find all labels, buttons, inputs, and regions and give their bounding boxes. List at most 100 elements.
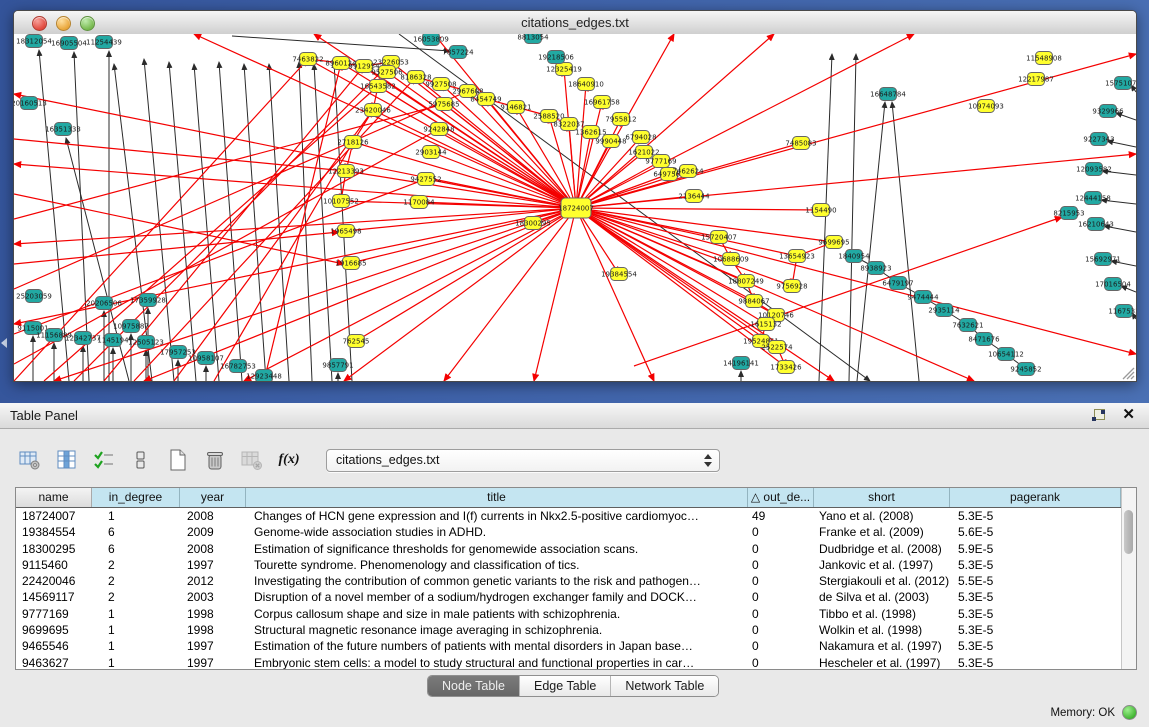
graph-node[interactable]: 1840954 xyxy=(838,250,870,263)
close-panel-icon[interactable]: ✕ xyxy=(1122,406,1135,424)
graph-node[interactable]: 19218506 xyxy=(538,51,574,64)
graph-node[interactable]: 11254439 xyxy=(86,36,122,49)
table-row[interactable]: 1938455462009Genome-wide association stu… xyxy=(16,524,1121,540)
graph-node[interactable]: 12217987 xyxy=(1018,73,1054,86)
network-window[interactable]: citations_edges.txt 18724007746382289601… xyxy=(13,10,1137,382)
graph-node[interactable]: 23420046 xyxy=(355,104,391,117)
graph-node[interactable]: 9857791 xyxy=(322,359,353,372)
graph-node[interactable]: 15692971 xyxy=(1085,253,1121,266)
graph-node[interactable]: 16905504 xyxy=(51,37,87,50)
tab-network-table[interactable]: Network Table xyxy=(611,676,718,696)
graph-node[interactable]: 16053809 xyxy=(413,34,449,46)
graph-edge[interactable] xyxy=(576,208,1136,354)
graph-node[interactable]: 7632621 xyxy=(952,319,983,332)
memory-status-indicator[interactable] xyxy=(1122,705,1137,720)
graph-node[interactable]: 18640910 xyxy=(568,78,604,91)
vertical-scrollbar[interactable] xyxy=(1121,488,1136,669)
row-height-button[interactable] xyxy=(129,448,153,472)
splitter-collapse-icon[interactable] xyxy=(1,338,7,348)
graph-edge[interactable] xyxy=(244,208,576,381)
graph-edge[interactable] xyxy=(14,232,339,264)
graph-node[interactable]: 10654112 xyxy=(988,348,1024,361)
graph-node[interactable]: 1167533 xyxy=(1108,305,1136,318)
graph-node[interactable]: 11548908 xyxy=(1026,52,1062,65)
column-header-year[interactable]: year xyxy=(180,488,246,507)
show-columns-button[interactable] xyxy=(55,448,79,472)
graph-node[interactable]: 16961758 xyxy=(584,96,620,109)
graph-node[interactable]: 7485083 xyxy=(785,137,816,150)
graph-node[interactable]: 17016504 xyxy=(1095,278,1131,291)
network-graph[interactable]: 1872400774638228960124991295423226053952… xyxy=(14,34,1136,381)
graph-node[interactable]: 17359928 xyxy=(130,294,166,307)
column-header-pagerank[interactable]: pagerank xyxy=(950,488,1121,507)
table-selector-dropdown[interactable]: citations_edges.txt xyxy=(326,449,720,472)
graph-node[interactable]: 9245852 xyxy=(1010,363,1041,376)
graph-node[interactable]: 8471676 xyxy=(968,333,1000,346)
window-resize-grip[interactable] xyxy=(1119,364,1135,380)
tab-edge-table[interactable]: Edge Table xyxy=(520,676,611,696)
select-columns-button[interactable] xyxy=(92,448,116,472)
table-row[interactable]: 977716911998Corpus callosum shape and si… xyxy=(16,606,1121,622)
graph-edge[interactable] xyxy=(351,208,576,263)
table-row[interactable]: 1872400712008Changes of HCN gene express… xyxy=(16,508,1121,524)
graph-edge[interactable] xyxy=(378,86,576,208)
graph-node[interactable]: 7955812 xyxy=(605,113,636,126)
graph-node[interactable]: 1170084 xyxy=(403,196,435,209)
graph-edge[interactable] xyxy=(219,62,242,381)
graph-node[interactable]: 10107552 xyxy=(323,195,359,208)
float-panel-icon[interactable] xyxy=(1092,409,1105,422)
graph-node[interactable]: 1154490 xyxy=(805,204,836,217)
graph-node[interactable]: 18312054 xyxy=(16,35,52,48)
graph-node[interactable]: 7463822 xyxy=(292,53,323,66)
graph-edge[interactable] xyxy=(849,54,856,381)
scrollbar-thumb[interactable] xyxy=(1124,510,1133,554)
graph-node[interactable]: 2935114 xyxy=(928,304,960,317)
graph-edge[interactable] xyxy=(819,54,832,381)
graph-node[interactable]: 8215953 xyxy=(1053,207,1084,220)
function-builder-button[interactable]: f(x) xyxy=(277,448,301,472)
graph-node[interactable]: 12444158 xyxy=(1075,192,1111,205)
graph-node[interactable]: 19384554 xyxy=(601,268,637,281)
network-canvas[interactable]: 1872400774638228960124991295423226053952… xyxy=(14,34,1136,381)
graph-node[interactable]: 25203059 xyxy=(16,290,52,303)
tab-node-table[interactable]: Node Table xyxy=(428,676,520,696)
table-row[interactable]: 1456911722003Disruption of a novel membe… xyxy=(16,589,1121,605)
table-row[interactable]: 1830029562008Estimation of significance … xyxy=(16,541,1121,557)
graph-node[interactable]: 9329966 xyxy=(1092,105,1124,118)
graph-node[interactable]: 1145194 xyxy=(97,334,129,347)
graph-node[interactable]: 12325419 xyxy=(546,63,582,76)
graph-edge[interactable] xyxy=(169,62,196,381)
column-header-short[interactable]: short xyxy=(814,488,950,507)
graph-node[interactable]: 1965498 xyxy=(330,225,361,238)
graph-node[interactable]: 15751074 xyxy=(1105,77,1136,90)
column-header-title[interactable]: title xyxy=(246,488,748,507)
graph-node[interactable]: 12923448 xyxy=(246,370,282,382)
graph-node[interactable]: 762545 xyxy=(343,335,370,348)
table-panel-header[interactable]: Table Panel ✕ xyxy=(0,403,1149,429)
graph-edge[interactable] xyxy=(344,208,576,381)
graph-edge[interactable] xyxy=(892,102,919,381)
graph-node[interactable]: 9884067 xyxy=(738,295,769,308)
table-row[interactable]: 911546021997Tourette syndrome. Phenomeno… xyxy=(16,557,1121,573)
graph-node[interactable]: 10974093 xyxy=(968,100,1004,113)
graph-node[interactable]: 16351333 xyxy=(45,123,81,136)
create-column-button[interactable] xyxy=(166,448,190,472)
graph-edge[interactable] xyxy=(356,208,576,341)
table-row[interactable]: 969969511998Structural magnetic resonanc… xyxy=(16,622,1121,638)
graph-node[interactable]: 7857224 xyxy=(442,46,474,59)
graph-node[interactable]: 16210643 xyxy=(1078,218,1114,231)
graph-node[interactable]: 10975887 xyxy=(113,320,149,333)
column-header-out_degree[interactable]: △ out_de... xyxy=(748,488,814,507)
graph-node[interactable]: 20160513 xyxy=(14,97,47,110)
column-header-in_degree[interactable]: in_degree xyxy=(92,488,180,507)
graph-node[interactable]: 18724007 xyxy=(558,198,594,218)
graph-node[interactable]: 1916685 xyxy=(335,257,366,270)
graph-node[interactable]: 8813054 xyxy=(517,34,549,44)
graph-node[interactable]: 12093582 xyxy=(1076,163,1112,176)
graph-node[interactable]: 8938923 xyxy=(860,262,891,275)
graph-edge[interactable] xyxy=(14,164,576,208)
graph-edge[interactable] xyxy=(857,102,885,381)
table-settings-button[interactable] xyxy=(18,448,42,472)
graph-node[interactable]: 1733426 xyxy=(770,361,802,374)
table-row[interactable]: 946362711997Embryonic stem cells: a mode… xyxy=(16,655,1121,669)
